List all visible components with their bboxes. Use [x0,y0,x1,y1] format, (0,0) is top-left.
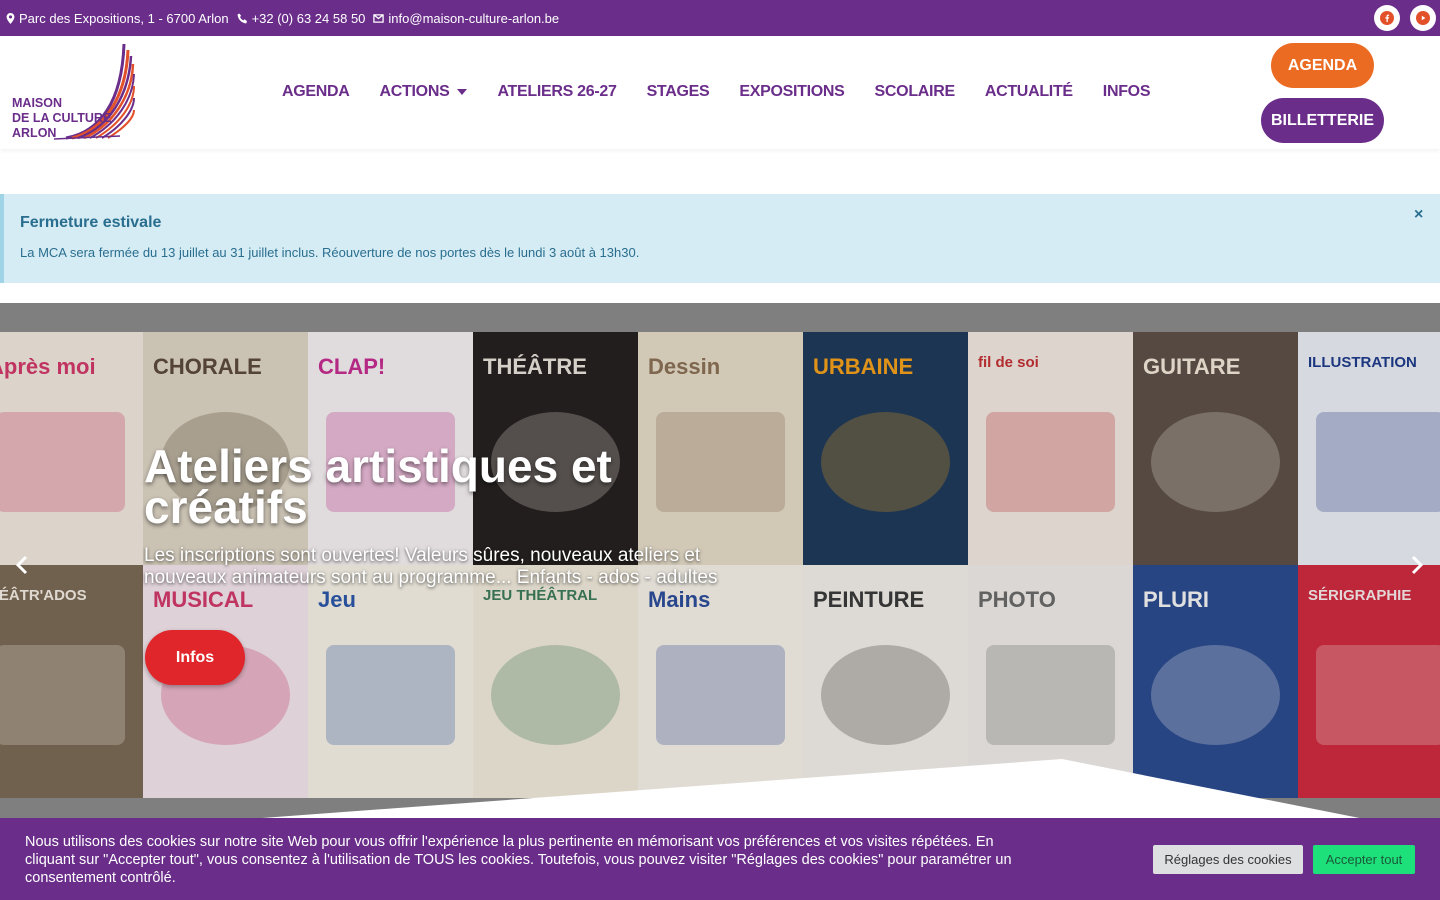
youtube-icon [1416,11,1430,25]
logo-text: MAISON DE LA CULTURE ARLON [12,96,111,141]
hero-slider: Après moiCHORALECLAP!THÉÂTREDessinURBAIN… [0,303,1440,830]
nav-infos[interactable]: INFOS [1103,83,1151,101]
nav-scolaire[interactable]: SCOLAIRE [875,83,956,101]
cookie-accept-button[interactable]: Accepter tout [1313,845,1415,874]
caret-down-icon [457,89,468,95]
nav-expositions[interactable]: EXPOSITIONS [739,83,844,101]
top-bar: Parc des Expositions, 1 - 6700 Arlon +32… [0,0,1440,36]
nav-actualite[interactable]: ACTUALITÉ [985,83,1073,101]
cookie-banner: Nous utilisons des cookies sur notre sit… [0,818,1440,900]
main-nav: AGENDA ACTIONS ATELIERS 26-27 STAGES EXP… [282,83,1180,101]
site-header: MAISON DE LA CULTURE ARLON AGENDA ACTION… [0,36,1440,149]
phone-text[interactable]: +32 (0) 63 24 58 50 [252,11,366,26]
closure-notice: Fermeture estivale La MCA sera fermée du… [0,194,1440,283]
slider-prev-button[interactable] [15,555,29,575]
social-links [1374,5,1436,31]
billetterie-button[interactable]: BILLETTERIE [1261,98,1384,143]
slide-subtitle: Les inscriptions sont ouvertes! Valeurs … [144,545,718,588]
address-text: Parc des Expositions, 1 - 6700 Arlon [19,10,229,26]
slide-infos-button[interactable]: Infos [145,630,245,685]
address-info: Parc des Expositions, 1 - 6700 Arlon [6,11,229,26]
site-logo[interactable]: MAISON DE LA CULTURE ARLON [10,42,136,142]
phone-icon [237,12,247,23]
facebook-link[interactable] [1374,5,1400,31]
email-info[interactable]: info@maison-culture-arlon.be [373,11,559,26]
map-pin-icon [6,12,15,24]
facebook-icon [1380,11,1394,25]
close-icon[interactable]: × [1414,206,1423,224]
notice-title: Fermeture estivale [20,214,162,231]
logo-line-1: MAISON [12,96,62,110]
nav-actions[interactable]: ACTIONS [380,83,468,101]
youtube-link[interactable] [1410,5,1436,31]
nav-ateliers[interactable]: ATELIERS 26-27 [497,83,616,101]
cookie-text: Nous utilisons des cookies sur notre sit… [25,834,1012,886]
nav-actions-label: ACTIONS [379,83,450,100]
chevron-right-icon [1411,555,1424,575]
slider-next-button[interactable] [1410,555,1424,575]
nav-stages[interactable]: STAGES [647,83,710,101]
envelope-icon [373,13,385,23]
nav-agenda[interactable]: AGENDA [282,83,350,101]
email-text[interactable]: info@maison-culture-arlon.be [388,11,559,26]
notice-body: La MCA sera fermée du 13 juillet au 31 j… [20,245,640,260]
agenda-button[interactable]: AGENDA [1271,43,1374,88]
phone-info[interactable]: +32 (0) 63 24 58 50 [237,11,366,26]
slide-title: Ateliers artistiques et créatifs [144,440,612,533]
logo-line-2: DE LA CULTURE [12,111,112,125]
cookie-settings-button[interactable]: Réglages des cookies [1153,845,1303,874]
chevron-left-icon [15,555,28,575]
logo-line-3: ARLON [12,126,57,140]
